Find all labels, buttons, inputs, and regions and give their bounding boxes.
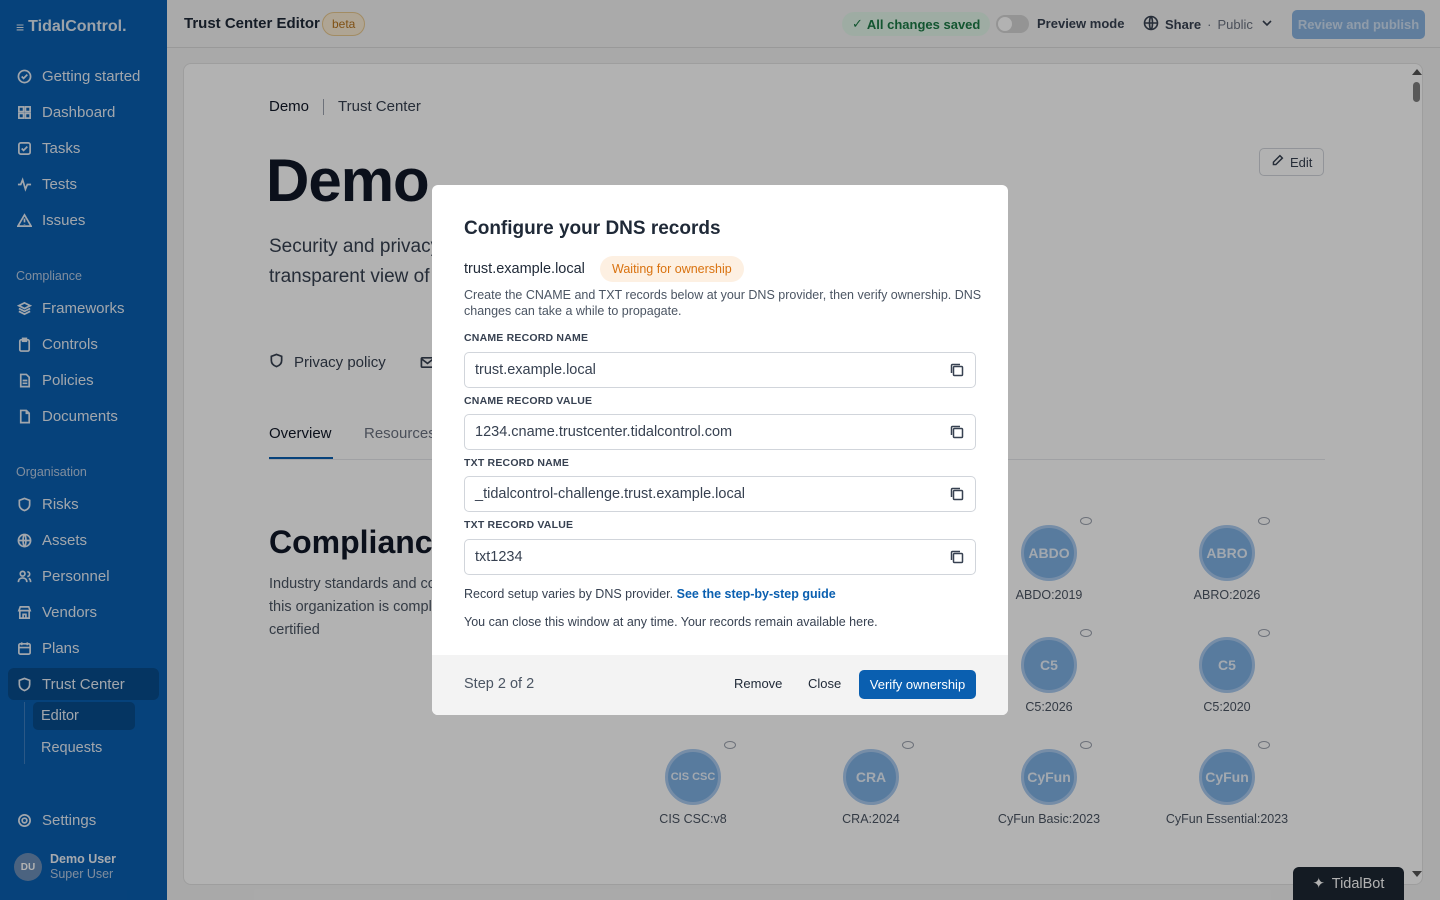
cname-value-field[interactable]: 1234.cname.trustcenter.tidalcontrol.com (464, 414, 976, 450)
remove-button[interactable]: Remove (734, 676, 782, 691)
step-indicator: Step 2 of 2 (464, 676, 535, 692)
close-note: You can close this window at any time. Y… (464, 615, 878, 629)
guide-text: Record setup varies by DNS provider. See… (464, 587, 836, 601)
dialog-title: Configure your DNS records (464, 218, 721, 239)
guide-prefix: Record setup varies by DNS provider. (464, 587, 674, 601)
dns-records-dialog: Configure your DNS records trust.example… (432, 185, 1008, 715)
dialog-footer: Step 2 of 2 Remove Close Verify ownershi… (432, 655, 1008, 715)
txt-value-value: txt1234 (475, 549, 523, 565)
guide-link[interactable]: See the step-by-step guide (677, 587, 836, 601)
status-badge: Waiting for ownership (600, 256, 744, 282)
domain-name: trust.example.local (464, 261, 585, 277)
verify-ownership-button[interactable]: Verify ownership (859, 670, 976, 699)
copy-icon[interactable] (949, 424, 967, 442)
cname-value-label: CNAME RECORD VALUE (464, 395, 593, 407)
txt-name-value: _tidalcontrol-challenge.trust.example.lo… (475, 486, 746, 502)
close-button[interactable]: Close (808, 676, 841, 691)
txt-name-field[interactable]: _tidalcontrol-challenge.trust.example.lo… (464, 476, 976, 512)
txt-value-label: TXT RECORD VALUE (464, 519, 574, 531)
cname-name-field[interactable]: trust.example.local (464, 352, 976, 388)
dialog-help-text: Create the CNAME and TXT records below a… (464, 288, 982, 318)
cname-value-value: 1234.cname.trustcenter.tidalcontrol.com (475, 424, 733, 440)
txt-name-label: TXT RECORD NAME (464, 457, 570, 469)
cname-name-value: trust.example.local (475, 362, 596, 378)
txt-value-field[interactable]: txt1234 (464, 539, 976, 575)
copy-icon[interactable] (949, 549, 967, 567)
copy-icon[interactable] (949, 362, 967, 380)
cname-name-label: CNAME RECORD NAME (464, 332, 589, 344)
copy-icon[interactable] (949, 486, 967, 504)
